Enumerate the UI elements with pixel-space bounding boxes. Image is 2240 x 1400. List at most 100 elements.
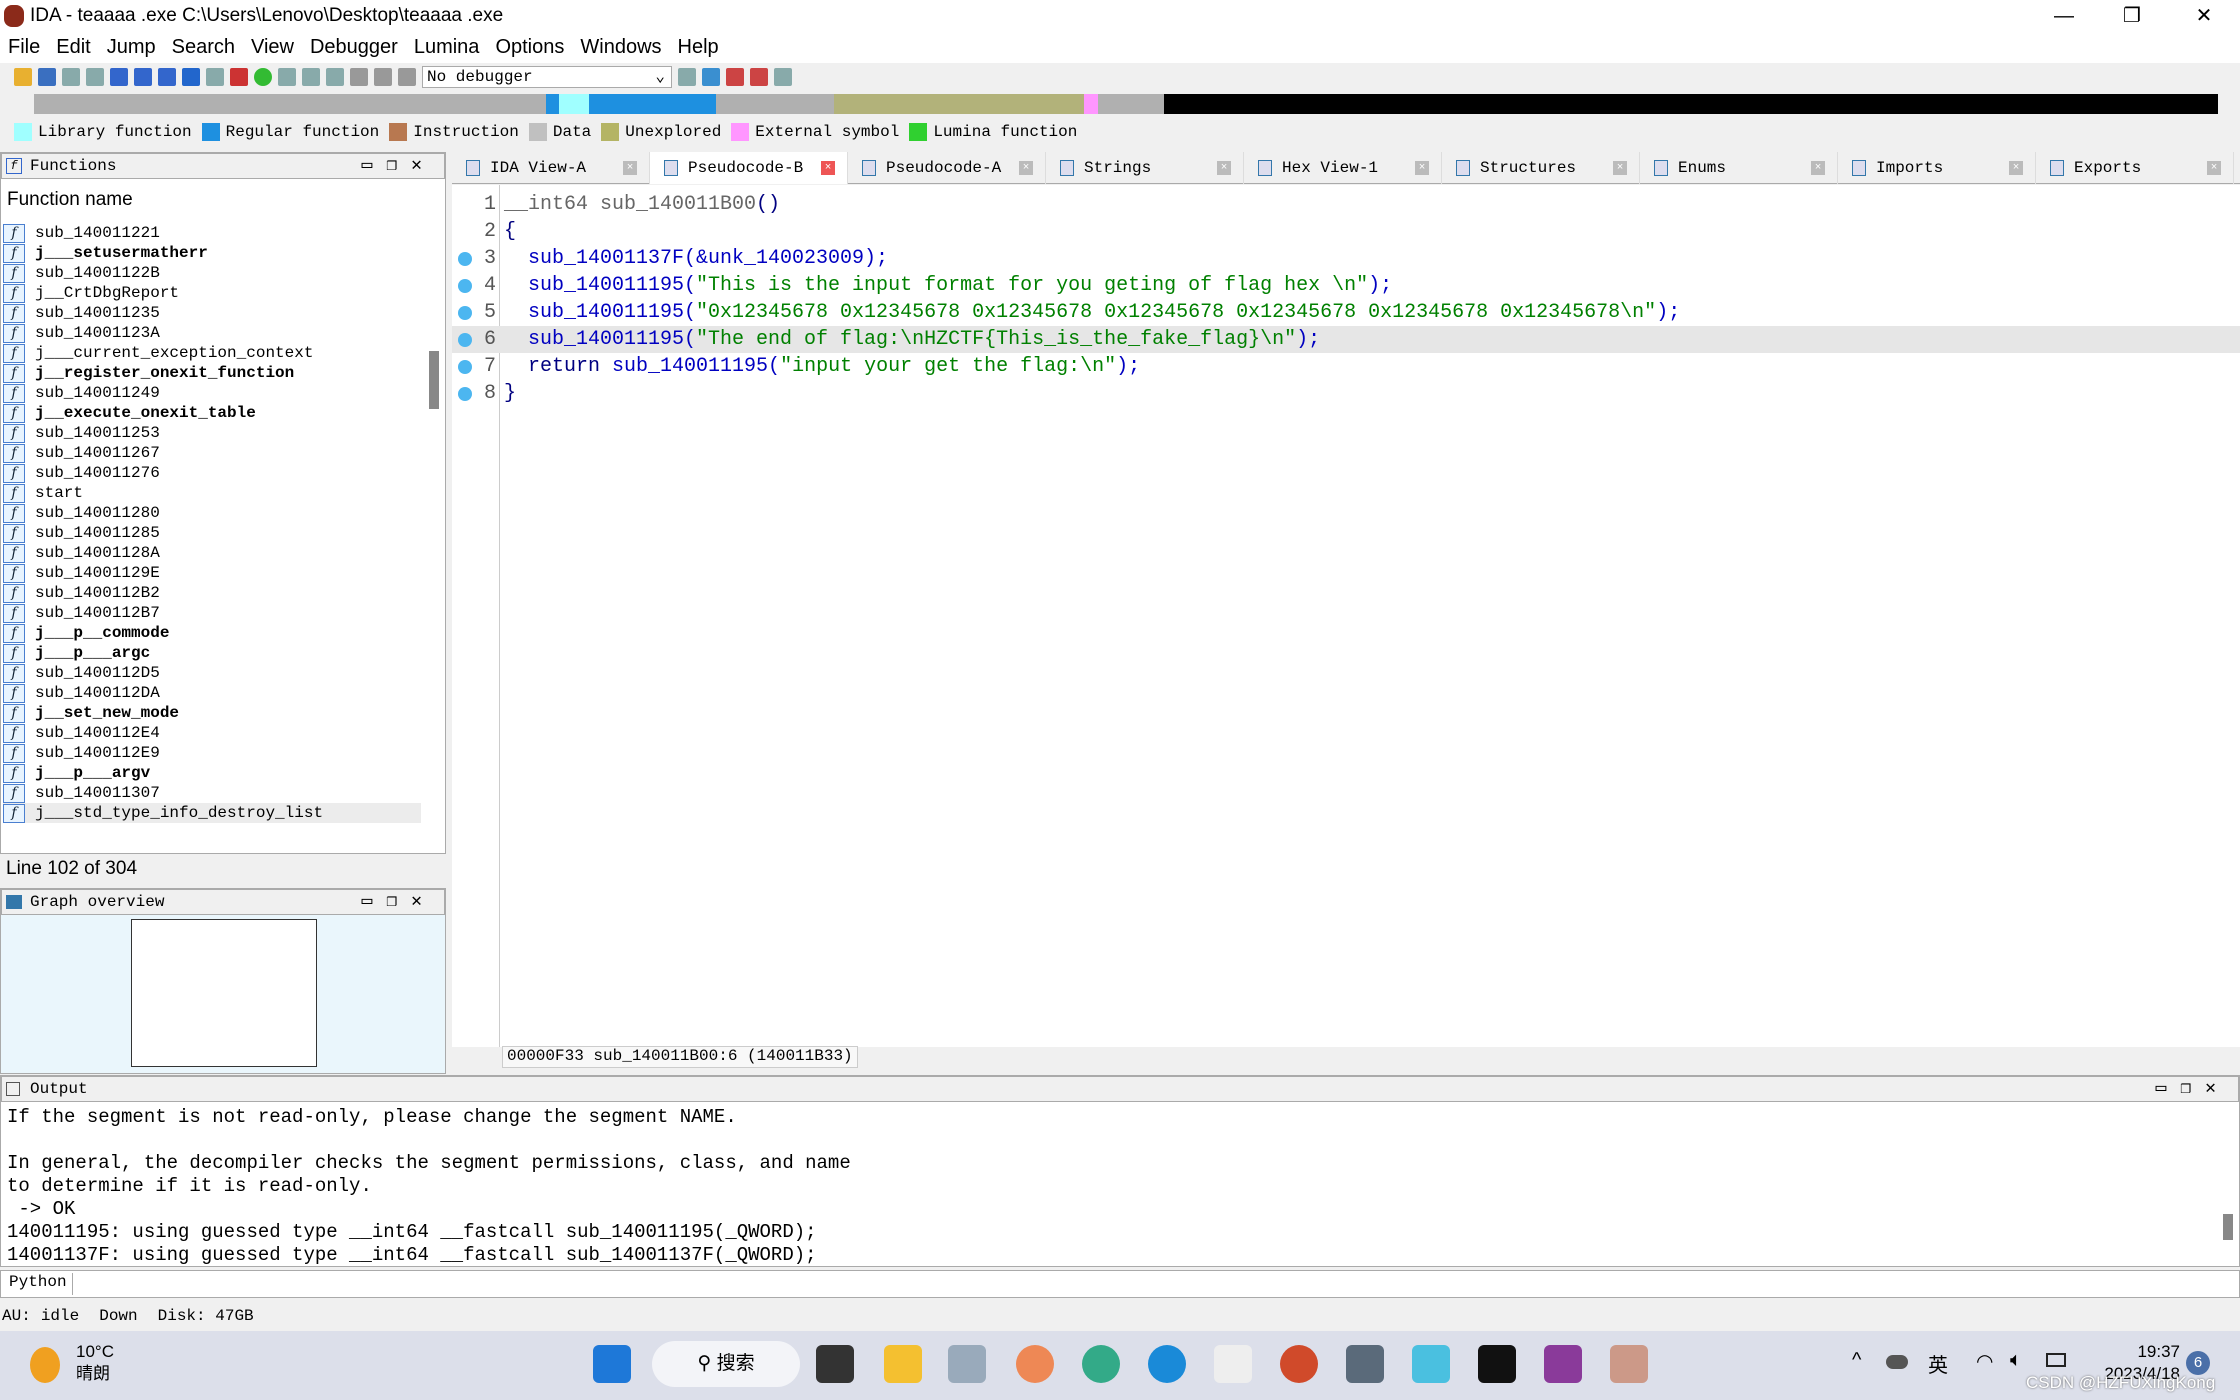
menu-lumina[interactable]: Lumina — [406, 36, 488, 59]
tab-exports[interactable]: Exports × — [2036, 152, 2234, 184]
plugin-icon[interactable] — [726, 68, 744, 86]
function-row[interactable]: f sub_140011307 — [3, 783, 421, 803]
firefox-icon[interactable] — [1016, 1345, 1054, 1383]
back-icon[interactable] — [62, 68, 80, 86]
menu-file[interactable]: File — [0, 36, 48, 59]
stop-icon[interactable] — [398, 68, 416, 86]
winrar-icon[interactable] — [1544, 1345, 1582, 1383]
ime-indicator[interactable]: 英 — [1928, 1349, 1948, 1378]
graph-icon[interactable] — [230, 68, 248, 86]
code-line[interactable]: 6 sub_140011195("The end of flag:\nHZCTF… — [452, 326, 2240, 353]
close-tab-icon[interactable]: × — [1019, 161, 1033, 175]
code-line[interactable]: 7 return sub_140011195("input your get t… — [452, 353, 2240, 380]
tab-hex-view-1[interactable]: Hex View-1 × — [1244, 152, 1442, 184]
edge-icon[interactable] — [1148, 1345, 1186, 1383]
function-row[interactable]: f j___p___argc — [3, 643, 421, 663]
menu-edit[interactable]: Edit — [48, 36, 98, 59]
wifi-icon[interactable]: ◠ — [1976, 1349, 1993, 1374]
function-row[interactable]: f sub_14001123A — [3, 323, 421, 343]
function-row[interactable]: f j___p___argv — [3, 763, 421, 783]
close-tab-icon[interactable]: × — [623, 161, 637, 175]
function-row[interactable]: f sub_1400112D5 — [3, 663, 421, 683]
text-icon[interactable] — [206, 68, 224, 86]
delete-icon[interactable] — [326, 68, 344, 86]
function-row[interactable]: f sub_140011267 — [3, 443, 421, 463]
function-row[interactable]: f j___current_exception_context — [3, 343, 421, 363]
pause-icon[interactable] — [374, 68, 392, 86]
function-row[interactable]: f sub_140011280 — [3, 503, 421, 523]
function-row[interactable]: f j___std_type_info_destroy_list — [3, 803, 421, 823]
function-row[interactable]: f sub_1400112B2 — [3, 583, 421, 603]
pseudocode-view[interactable]: 1 __int64 sub_140011B00() 2{3 sub_14001137… — [452, 185, 2240, 1047]
pycharm-icon[interactable] — [1478, 1345, 1516, 1383]
code-line[interactable]: 4 sub_140011195("This is the input forma… — [452, 272, 2240, 299]
code-line[interactable]: 8} — [452, 380, 2240, 407]
menu-debugger[interactable]: Debugger — [302, 36, 406, 59]
function-row[interactable]: f j__register_onexit_function — [3, 363, 421, 383]
code-line[interactable]: 2{ — [452, 218, 2240, 245]
close-tab-icon[interactable]: × — [1613, 161, 1627, 175]
function-row[interactable]: f sub_140011249 — [3, 383, 421, 403]
tab-strings[interactable]: Strings × — [1046, 152, 1244, 184]
search-icon[interactable] — [110, 68, 128, 86]
powerpoint-icon[interactable] — [1280, 1345, 1318, 1383]
breakpoint-icon[interactable] — [302, 68, 320, 86]
tray-chevron-icon[interactable]: ^ — [1852, 1349, 1861, 1372]
attach-icon[interactable] — [678, 68, 696, 86]
panel-buttons[interactable]: ▭❐✕ — [361, 890, 436, 914]
chrome-icon[interactable] — [1082, 1345, 1120, 1383]
function-row[interactable]: f j___p__commode — [3, 623, 421, 643]
navigation-band[interactable] — [34, 94, 2218, 114]
menu-jump[interactable]: Jump — [99, 36, 164, 59]
volume-icon[interactable]: 🔈︎ — [2010, 1349, 2022, 1372]
function-row[interactable]: f sub_140011285 — [3, 523, 421, 543]
code-line[interactable]: 5 sub_140011195("0x12345678 0x12345678 0… — [452, 299, 2240, 326]
function-row[interactable]: f sub_1400112E4 — [3, 723, 421, 743]
tool-icon[interactable] — [774, 68, 792, 86]
play-icon[interactable] — [350, 68, 368, 86]
close-tab-icon[interactable]: × — [2207, 161, 2221, 175]
debugger-select[interactable]: No debugger ⌄ — [422, 66, 672, 88]
forward-icon[interactable] — [86, 68, 104, 86]
python-language-button[interactable]: Python — [3, 1273, 73, 1295]
jump-icon[interactable] — [182, 68, 200, 86]
search-box[interactable]: ⚲ 搜索 — [652, 1341, 800, 1387]
graph-viewport[interactable] — [131, 919, 317, 1067]
notification-badge[interactable]: 6 — [2186, 1351, 2210, 1375]
function-row[interactable]: f j___setusermatherr — [3, 243, 421, 263]
function-row[interactable]: f j__set_new_mode — [3, 703, 421, 723]
close-tab-icon[interactable]: × — [821, 161, 835, 175]
close-tab-icon[interactable]: × — [1217, 161, 1231, 175]
run-icon[interactable] — [254, 68, 272, 86]
notepad-app-icon[interactable] — [1214, 1345, 1252, 1383]
tab-pseudocode-b[interactable]: Pseudocode-B × — [650, 152, 848, 184]
minimize-button[interactable]: — — [2030, 0, 2098, 32]
refresh-icon[interactable] — [702, 68, 720, 86]
function-row[interactable]: f sub_140011221 — [3, 223, 421, 243]
ida-icon[interactable] — [948, 1345, 986, 1383]
menu-help[interactable]: Help — [670, 36, 727, 59]
function-row[interactable]: f start — [3, 483, 421, 503]
search-binary-icon[interactable] — [158, 68, 176, 86]
tab-enums[interactable]: Enums × — [1640, 152, 1838, 184]
panel-buttons[interactable]: ▭❐✕ — [361, 154, 436, 178]
close-tab-icon[interactable]: × — [1811, 161, 1825, 175]
function-row[interactable]: f sub_140011276 — [3, 463, 421, 483]
menu-view[interactable]: View — [243, 36, 302, 59]
function-row[interactable]: f sub_140011253 — [3, 423, 421, 443]
code-line[interactable]: 1 __int64 sub_140011B00() — [452, 191, 2240, 218]
column-header-function-name[interactable]: Function name — [7, 189, 133, 211]
output-scrollbar[interactable] — [2223, 1214, 2233, 1240]
close-tab-icon[interactable]: × — [2009, 161, 2023, 175]
restore-button[interactable]: ❐ — [2098, 0, 2166, 32]
panel-buttons[interactable]: ▭❐✕ — [2155, 1077, 2230, 1101]
function-row[interactable]: f sub_1400112E9 — [3, 743, 421, 763]
patch-icon[interactable] — [278, 68, 296, 86]
search-text-icon[interactable] — [134, 68, 152, 86]
tab-imports[interactable]: Imports × — [1838, 152, 2036, 184]
function-row[interactable]: f sub_14001122B — [3, 263, 421, 283]
tab-structures[interactable]: Structures × — [1442, 152, 1640, 184]
menu-windows[interactable]: Windows — [572, 36, 669, 59]
function-row[interactable]: f sub_14001129E — [3, 563, 421, 583]
file-explorer-icon[interactable] — [884, 1345, 922, 1383]
